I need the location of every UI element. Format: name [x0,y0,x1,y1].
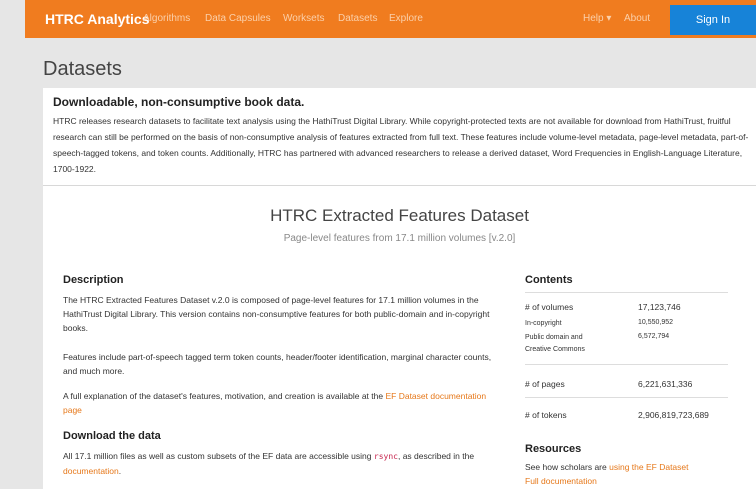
public-domain-value: 6,572,794 [638,333,670,340]
contents-divider [525,292,728,293]
download-text-end: . [118,466,122,476]
resources-paragraph: See how scholars are using the EF Datase… [525,460,750,488]
tokens-label: # of tokens [525,410,567,420]
sign-in-button[interactable]: Sign In [670,5,756,35]
intro-text: HTRC releases research datasets to facil… [53,116,749,174]
main-panel: Downloadable, non-consumptive book data.… [43,88,756,489]
description-paragraph-3: A full explanation of the dataset's feat… [63,389,503,417]
resources-text: See how scholars are [525,462,607,472]
public-domain-label: Public domain and Creative Commons [525,332,585,356]
contents-divider [525,364,728,365]
public-domain-label-line2: Creative Commons [525,346,585,353]
tokens-value: 2,906,819,723,689 [638,410,709,420]
nav-about[interactable]: About [624,13,650,24]
nav-explore[interactable]: Explore [389,13,423,24]
rsync-code: rsync [373,452,398,461]
volumes-value: 17,123,746 [638,302,681,312]
download-heading: Download the data [63,430,161,442]
download-text-mid: , as described in the [397,451,475,461]
nav-data-capsules[interactable]: Data Capsules [205,13,271,24]
resources-heading: Resources [525,443,582,455]
page-title: Datasets [43,58,122,80]
in-copyright-label: In-copyright [525,320,562,327]
full-documentation-link[interactable]: Full documentation [525,476,597,486]
download-paragraph: All 17.1 million files as well as custom… [63,449,503,478]
volumes-label: # of volumes [525,302,574,312]
public-domain-label-line1: Public domain and [525,334,583,341]
description-paragraph-1: The HTRC Extracted Features Dataset v.2.… [63,295,490,333]
intro-heading: Downloadable, non-consumptive book data. [53,95,305,109]
description-heading: Description [63,274,124,286]
download-text: All 17.1 million files as well as custom… [63,451,372,461]
nav-datasets[interactable]: Datasets [338,13,377,24]
contents-heading: Contents [525,274,573,286]
nav-worksets[interactable]: Worksets [283,13,325,24]
contents-divider [525,397,728,398]
description-paragraph-2: Features include part-of-speech tagged t… [63,352,492,376]
pages-value: 6,221,631,336 [638,379,693,389]
dataset-subtitle: Page-level features from 17.1 million vo… [283,233,516,244]
in-copyright-value: 10,550,952 [638,319,674,326]
nav-help-dropdown[interactable]: Help ▾ [583,13,611,24]
top-navbar: HTRC Analytics Algorithms Data Capsules … [25,0,756,38]
pages-label: # of pages [525,379,565,389]
using-ef-dataset-link[interactable]: using the EF Dataset [609,462,688,472]
documentation-link[interactable]: documentation [63,466,119,476]
brand-logo[interactable]: HTRC Analytics [45,11,150,27]
nav-algorithms[interactable]: Algorithms [143,13,190,24]
divider [43,185,756,186]
dataset-title: HTRC Extracted Features Dataset [270,206,529,225]
description-paragraph-3-text: A full explanation of the dataset's feat… [63,391,384,401]
